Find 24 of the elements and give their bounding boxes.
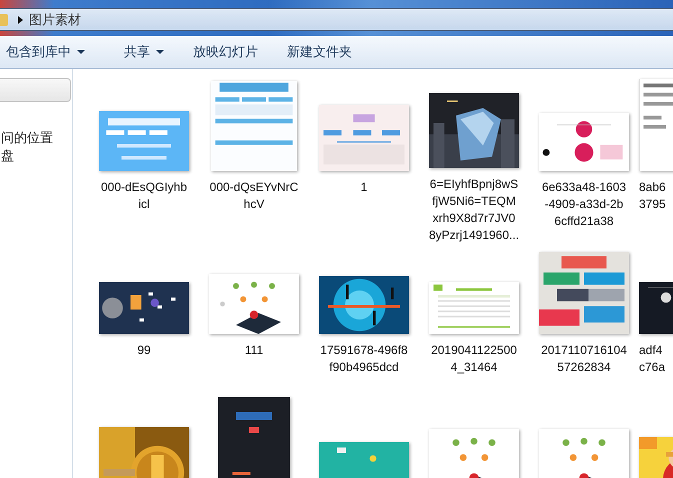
folder-path[interactable]: 图片素材 (29, 10, 81, 28)
file-name[interactable]: 000-dEsQGIyhb icl (100, 179, 188, 213)
address-bar[interactable]: 图片素材 (0, 8, 673, 31)
toolbar-button[interactable]: 包含到库中 (0, 39, 91, 65)
file-name[interactable]: 6=EIyhfBpnj8wS fjW5Ni6=TEQM xrh9X8d7r7JV0 8yPzrj1491960... (428, 176, 520, 244)
toolbar-button[interactable]: 共享 (118, 39, 170, 65)
file-name[interactable]: adf4 c76a (639, 342, 666, 376)
folder-icon (0, 14, 8, 26)
file-name[interactable]: 2017110716104 57262834 (541, 342, 627, 376)
file-name[interactable]: 6e633a48-1603 -4909-a33d-2b 6cffd21a38 (542, 179, 626, 230)
nav-item[interactable]: 问的位置 (0, 129, 72, 147)
file-name[interactable]: 99 (137, 342, 151, 359)
file-name[interactable]: 2019041122500 4_31464 (431, 342, 517, 376)
nav-item[interactable]: 盘 (0, 147, 72, 165)
file-name[interactable]: 000-dQsEYvNrC hcV (210, 179, 298, 213)
toolbar-button[interactable]: 新建文件夹 (281, 39, 358, 65)
file-name[interactable]: 1 (360, 179, 368, 196)
file-name[interactable]: 8ab6 3795 (639, 179, 666, 213)
breadcrumb-arrow-icon[interactable] (18, 16, 23, 24)
caret-icon (77, 50, 85, 54)
toolbar-button[interactable]: 放映幻灯片 (187, 39, 264, 65)
file-name[interactable]: 111 (244, 342, 264, 359)
caret-icon (156, 50, 164, 54)
file-name[interactable]: 17591678-496f8 f90b4965dcd (320, 342, 408, 376)
